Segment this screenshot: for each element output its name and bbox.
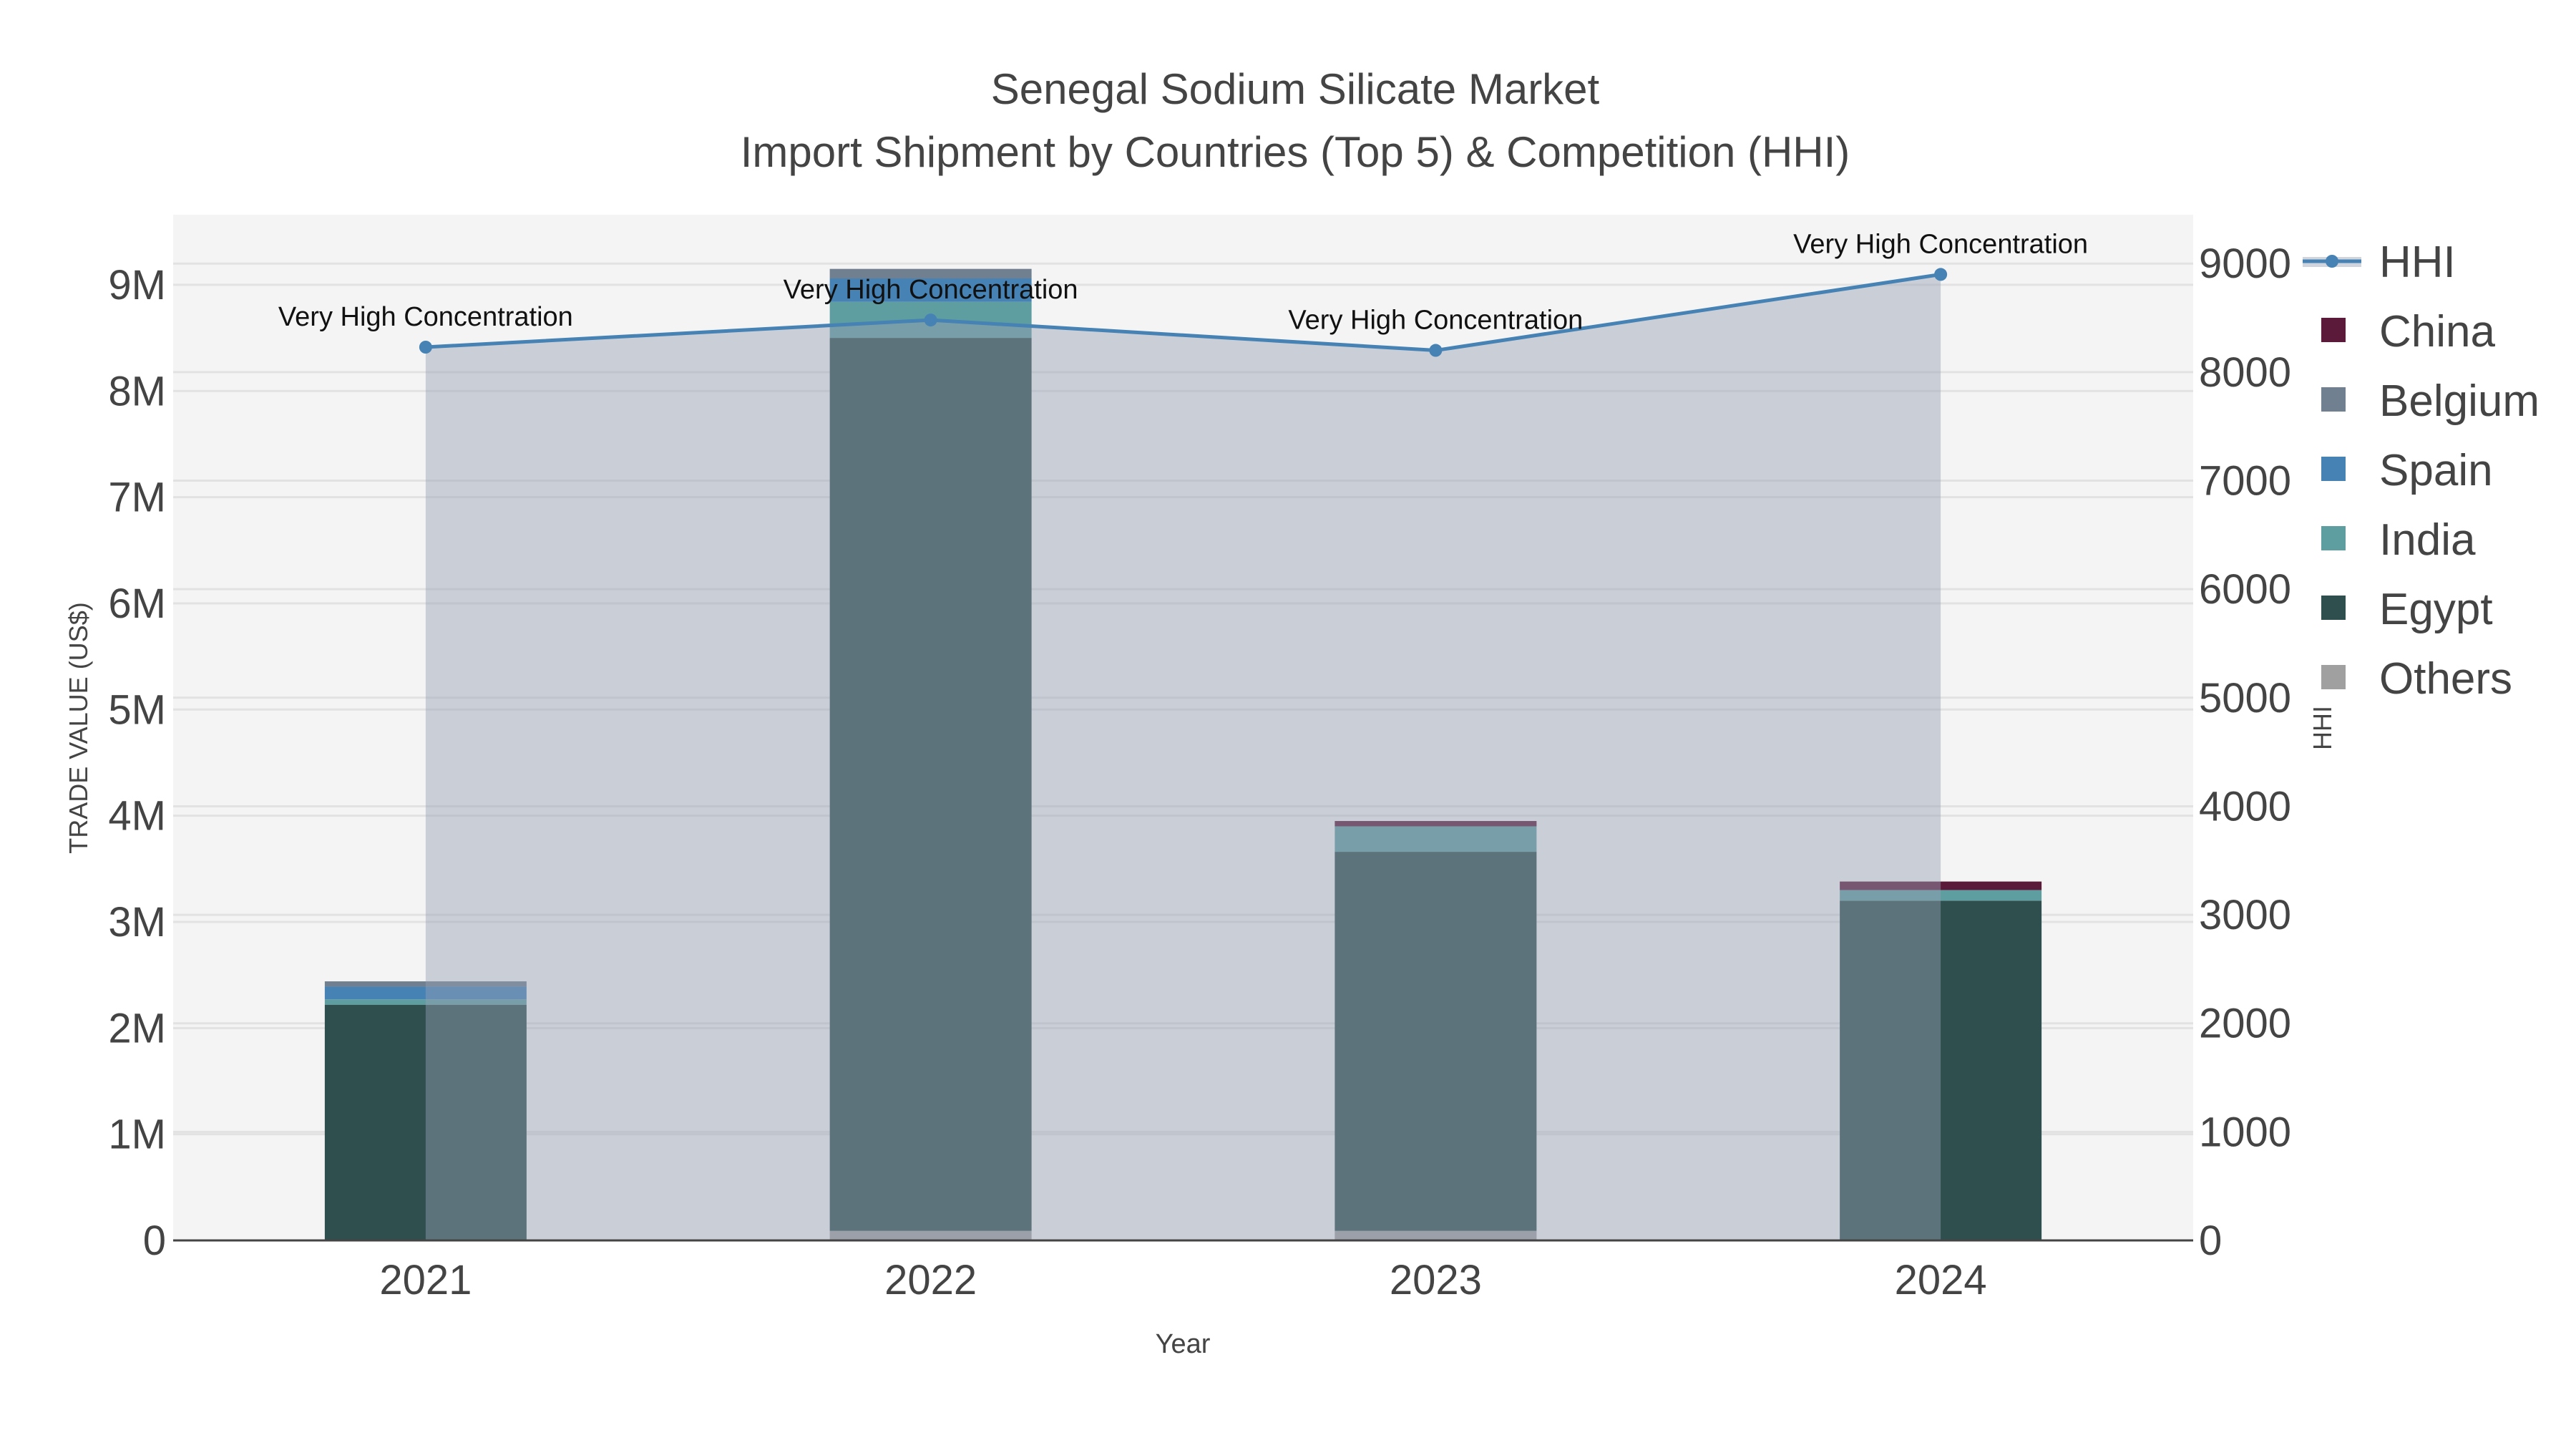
x-tick-label: 2022	[884, 1257, 977, 1303]
x-axis-title: Year	[1156, 1329, 1211, 1359]
legend-swatch-others	[2321, 665, 2346, 689]
legend-swatch-china	[2321, 318, 2346, 342]
y-axis-title: TRADE VALUE (US$)	[64, 602, 93, 853]
y2-tick-label: 3000	[2199, 892, 2291, 938]
hhi-area	[425, 274, 1941, 1241]
legend-label-others: Others	[2379, 654, 2512, 704]
y2-tick-label: 8000	[2199, 349, 2291, 396]
y2-tick-label: 6000	[2199, 566, 2291, 613]
y2-tick-label: 4000	[2199, 783, 2291, 830]
legend-label-egypt: Egypt	[2379, 585, 2493, 634]
y-tick-label: 1M	[108, 1112, 166, 1158]
legend-swatch-india	[2321, 526, 2346, 550]
legend-label-india: India	[2379, 515, 2476, 565]
hhi-annotation: Very High Concentration	[278, 302, 573, 332]
y-tick-label: 2M	[108, 1005, 166, 1051]
hhi-annotation: Very High Concentration	[1793, 229, 2088, 259]
y-tick-label: 5M	[108, 686, 166, 733]
y-tick-label: 7M	[108, 475, 166, 521]
y-tick-label: 8M	[108, 368, 166, 414]
legend-swatch-belgium	[2321, 387, 2346, 412]
y2-tick-label: 0	[2199, 1218, 2222, 1264]
y-tick-label: 4M	[108, 793, 166, 840]
legend-label-belgium: Belgium	[2379, 376, 2540, 426]
hhi-point	[419, 341, 432, 354]
y2-tick-label: 5000	[2199, 675, 2291, 721]
y-tick-label: 6M	[108, 580, 166, 627]
y2-tick-label: 1000	[2199, 1109, 2291, 1155]
chart: Senegal Sodium Silicate Market Import Sh…	[64, 65, 2540, 1359]
hhi-point	[1429, 344, 1443, 357]
hhi-point	[1934, 268, 1948, 281]
y2-tick-label: 2000	[2199, 1001, 2291, 1047]
legend-label-china: China	[2379, 307, 2496, 356]
legend: HHI China Belgium Spain India Egypt Others	[2303, 238, 2540, 704]
hhi-point	[924, 314, 937, 327]
y-tick-label: 9M	[108, 262, 166, 308]
hhi-annotation: Very High Concentration	[1288, 306, 1583, 336]
chart-title: Senegal Sodium Silicate Market	[991, 65, 1600, 113]
legend-label-hhi: HHI	[2379, 238, 2456, 287]
hhi-annotation: Very High Concentration	[784, 275, 1078, 305]
chart-subtitle: Import Shipment by Countries (Top 5) & C…	[741, 128, 1850, 176]
x-tick-label: 2021	[379, 1257, 472, 1303]
legend-label-spain: Spain	[2379, 446, 2493, 495]
y-tick-label: 3M	[108, 899, 166, 946]
legend-swatch-egypt	[2321, 596, 2346, 620]
x-tick-label: 2024	[1895, 1257, 1987, 1303]
y2-axis-title: HHI	[2308, 706, 2337, 750]
legend-hhi-marker	[2326, 255, 2338, 268]
x-tick-label: 2023	[1390, 1257, 1482, 1303]
y2-tick-label: 9000	[2199, 240, 2291, 287]
legend-swatch-spain	[2321, 457, 2346, 481]
y2-tick-label: 7000	[2199, 458, 2291, 505]
y-tick-label: 0	[143, 1218, 166, 1264]
